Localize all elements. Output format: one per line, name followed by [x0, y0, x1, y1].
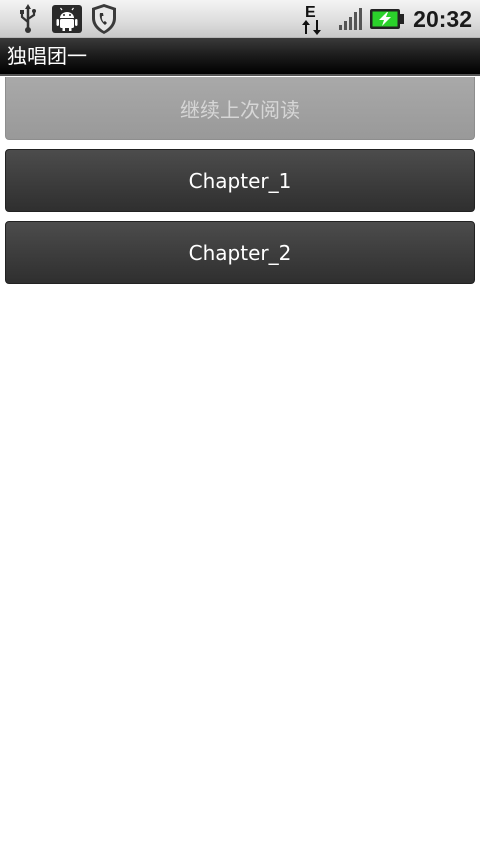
chapter-2-button[interactable]: Chapter_2	[5, 221, 475, 284]
chapter-1-button[interactable]: Chapter_1	[5, 149, 475, 212]
chapter-2-label: Chapter_2	[188, 240, 292, 265]
shield-phone-icon	[88, 0, 120, 38]
resume-reading-label: 继续上次阅读	[180, 97, 300, 122]
signal-icon	[336, 0, 366, 38]
network-e-icon: E	[296, 0, 328, 38]
network-e-label: E	[305, 4, 316, 21]
chapter-1-label: Chapter_1	[188, 168, 292, 193]
usb-icon	[14, 0, 42, 38]
title-bar: 独唱团一	[0, 38, 480, 76]
status-bar: E 20:32	[0, 0, 480, 38]
app-title: 独唱团一	[7, 44, 87, 68]
android-debug-icon	[50, 0, 84, 38]
battery-charging-icon	[368, 0, 406, 38]
resume-reading-button[interactable]: 继续上次阅读	[5, 77, 475, 140]
status-clock: 20:32	[413, 6, 472, 32]
